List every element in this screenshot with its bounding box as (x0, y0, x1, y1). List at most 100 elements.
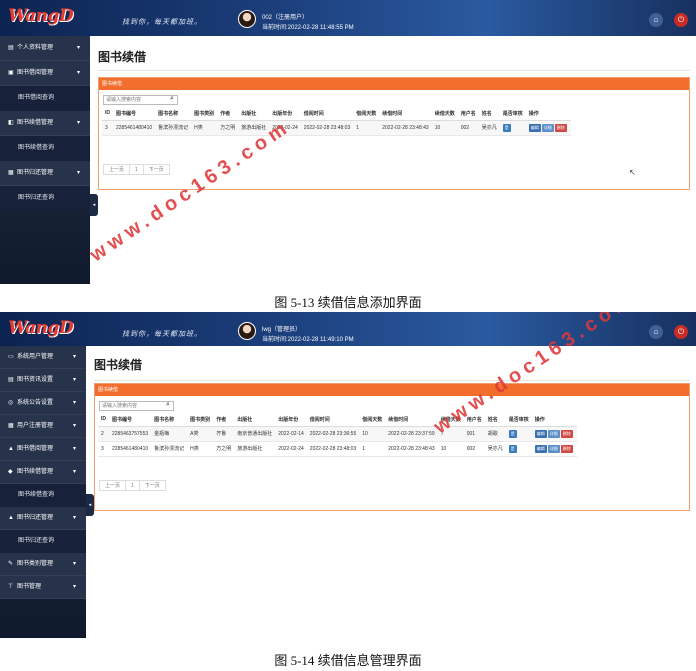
column-header: 操作 (531, 413, 577, 427)
sidebar-item-label: 个人资料管理 (17, 45, 54, 51)
search-input[interactable] (99, 401, 174, 411)
audit-badge[interactable]: 是 (502, 123, 511, 132)
slogan: 找到你，每天都加班。 (122, 18, 202, 26)
sidebar-item[interactable]: ◧ 图书续借管理 ▾ (0, 111, 90, 136)
menu-icon: ▭ (8, 354, 14, 360)
table-cell: H类 (187, 441, 214, 457)
collapse-toggle[interactable]: ◂ (86, 494, 94, 516)
delete-button[interactable]: 删除 (560, 429, 573, 438)
prev-page-button[interactable]: 上一页 (103, 164, 131, 175)
current-time: 当前时间:2022-02-28 11:48:55 PM (262, 25, 354, 31)
page-number[interactable]: 1 (125, 480, 140, 491)
table-cell: 南京普通出版社 (234, 426, 276, 442)
edit-button[interactable]: 编辑 (528, 123, 541, 132)
pagination: 上一页 1 下一页 (99, 480, 166, 491)
power-icon[interactable]: ⏻ (674, 325, 688, 339)
menu-icon: ▤ (8, 45, 14, 51)
sidebar-item[interactable]: ▤ 图书资讯设置 ▾ (0, 369, 86, 392)
column-header: 借阅天数 (353, 107, 380, 121)
audit-badge[interactable]: 是 (508, 429, 517, 438)
edit-button[interactable]: 编辑 (534, 429, 547, 438)
menu-icon: ◧ (8, 120, 14, 126)
table-cell: 10 (431, 120, 458, 136)
detail-button[interactable]: 详细 (547, 429, 560, 438)
table-cell: 2022-02-28 23:37:59 (385, 426, 438, 442)
sidebar-item[interactable]: ▦ 图书归还管理 ▾ (0, 161, 90, 186)
column-header: 续借时间 (379, 107, 432, 121)
sidebar-subitem[interactable]: 图书归还查询 (0, 530, 86, 553)
sidebar-item[interactable]: ▦ 用户注册管理 ▾ (0, 415, 86, 438)
chevron-down-icon: ▾ (72, 515, 76, 521)
sidebar-item-label: 图书类别管理 (17, 561, 54, 567)
avatar[interactable] (238, 10, 256, 28)
prev-page-button[interactable]: 上一页 (99, 480, 127, 491)
table-cell: H类 (191, 120, 218, 136)
sidebar-subitem[interactable]: 图书续借查询 (0, 136, 90, 161)
search-icon[interactable]: ⌕ (170, 95, 174, 103)
delete-button[interactable]: 删除 (560, 444, 573, 453)
table-cell: 齐鲁 (213, 426, 235, 442)
sidebar-item[interactable]: ✎ 图书类别管理 ▾ (0, 553, 86, 576)
home-icon[interactable]: ⌂ (649, 13, 663, 27)
next-page-button[interactable]: 下一页 (138, 480, 166, 491)
menu-icon: ▦ (8, 170, 14, 176)
table-cell: 方之明 (213, 441, 235, 457)
collapse-toggle[interactable]: ◂ (90, 194, 98, 216)
avatar[interactable] (238, 322, 256, 340)
menu-icon: ⊤ (8, 584, 14, 590)
audit-badge[interactable]: 是 (508, 444, 517, 453)
page-number[interactable]: 1 (129, 164, 144, 175)
chevron-down-icon: ▾ (72, 446, 76, 452)
sidebar-item[interactable]: ▲ 图书借阅管理 ▾ (0, 438, 86, 461)
detail-button[interactable]: 详细 (547, 444, 560, 453)
table-cell: 鲁滨孙漂流记 (155, 120, 192, 136)
table-cell: 2022-02-14 (275, 426, 307, 442)
column-header: 续借天数 (431, 107, 458, 121)
audit-cell: 是 (499, 120, 526, 136)
sidebar-item[interactable]: ⊤ 图书管理 ▾ (0, 576, 86, 599)
delete-button[interactable]: 删除 (554, 123, 567, 132)
title-divider (94, 380, 690, 381)
sidebar-subitem[interactable]: 图书借阅查询 (0, 86, 90, 111)
table-cell: 方之明 (217, 120, 239, 136)
power-icon[interactable]: ⏻ (674, 13, 688, 27)
panel-title: 图书续借 (95, 384, 689, 396)
sidebar-item[interactable]: ▭ 系统用户管理 ▾ (0, 346, 86, 369)
renew-table: ID 图书编号 图书名称 图书类别 作者 出版社 出版年份 借阅时间 借阅天数 续借时间 续借天数用… (102, 107, 571, 136)
menu-icon: ▦ (8, 423, 14, 429)
next-page-button[interactable]: 下一页 (142, 164, 170, 175)
chevron-down-icon: ▾ (76, 70, 80, 76)
renew-table: ID 图书编号 图书名称 图书类别 作者 出版社 出版年份 借阅时间 借阅天数 续借时间 续借天数用… (98, 413, 577, 457)
table-cell: 2 (98, 426, 109, 442)
column-header: 出版年份 (275, 413, 307, 427)
chevron-down-icon: ▾ (72, 561, 76, 567)
actions-cell: 编辑 详细 删除 (525, 120, 571, 136)
sidebar-item-label: 图书归还管理 (17, 170, 54, 176)
sidebar-item-label: 图书资讯设置 (17, 377, 54, 383)
sidebar-item[interactable]: ▣ 图书借阅管理 ▾ (0, 61, 90, 86)
sidebar-item[interactable]: ▤ 个人资料管理 ▾ (0, 36, 90, 61)
search-input[interactable] (103, 95, 178, 105)
sidebar-subitem[interactable]: 图书归还查询 (0, 186, 90, 211)
column-header: 出版社 (234, 413, 276, 427)
chevron-down-icon: ▾ (76, 45, 80, 51)
slogan: 找到你，每天都加班。 (122, 330, 202, 338)
home-icon[interactable]: ⌂ (649, 325, 663, 339)
column-header: 图书编号 (113, 107, 156, 121)
column-header: 作者 (213, 413, 235, 427)
sidebar-item[interactable]: ▲ 图书归还管理 ▾ (0, 507, 86, 530)
sidebar-item[interactable]: ◎ 系统公告设置 ▾ (0, 392, 86, 415)
edit-button[interactable]: 编辑 (534, 444, 547, 453)
table-cell: 胡歌 (484, 426, 506, 442)
screenshot-renew-add: WangD 找到你，每天都加班。 002（注册用户） 当前时间:2022-02-… (0, 0, 696, 284)
search-icon[interactable]: ⌕ (166, 401, 170, 409)
sidebar-item[interactable]: ◆ 图书续借管理 ▾ (0, 461, 86, 484)
chevron-down-icon: ▾ (76, 170, 80, 176)
table-cell: 1 (359, 441, 386, 457)
table-cell: 10 (359, 426, 386, 442)
column-header: 姓名 (478, 107, 500, 121)
panel-title: 图书续借 (99, 78, 689, 90)
table-cell: 2022-02-28 23:48:03 (306, 441, 360, 457)
sidebar-subitem[interactable]: 图书续借查询 (0, 484, 86, 507)
detail-button[interactable]: 详细 (541, 123, 554, 132)
